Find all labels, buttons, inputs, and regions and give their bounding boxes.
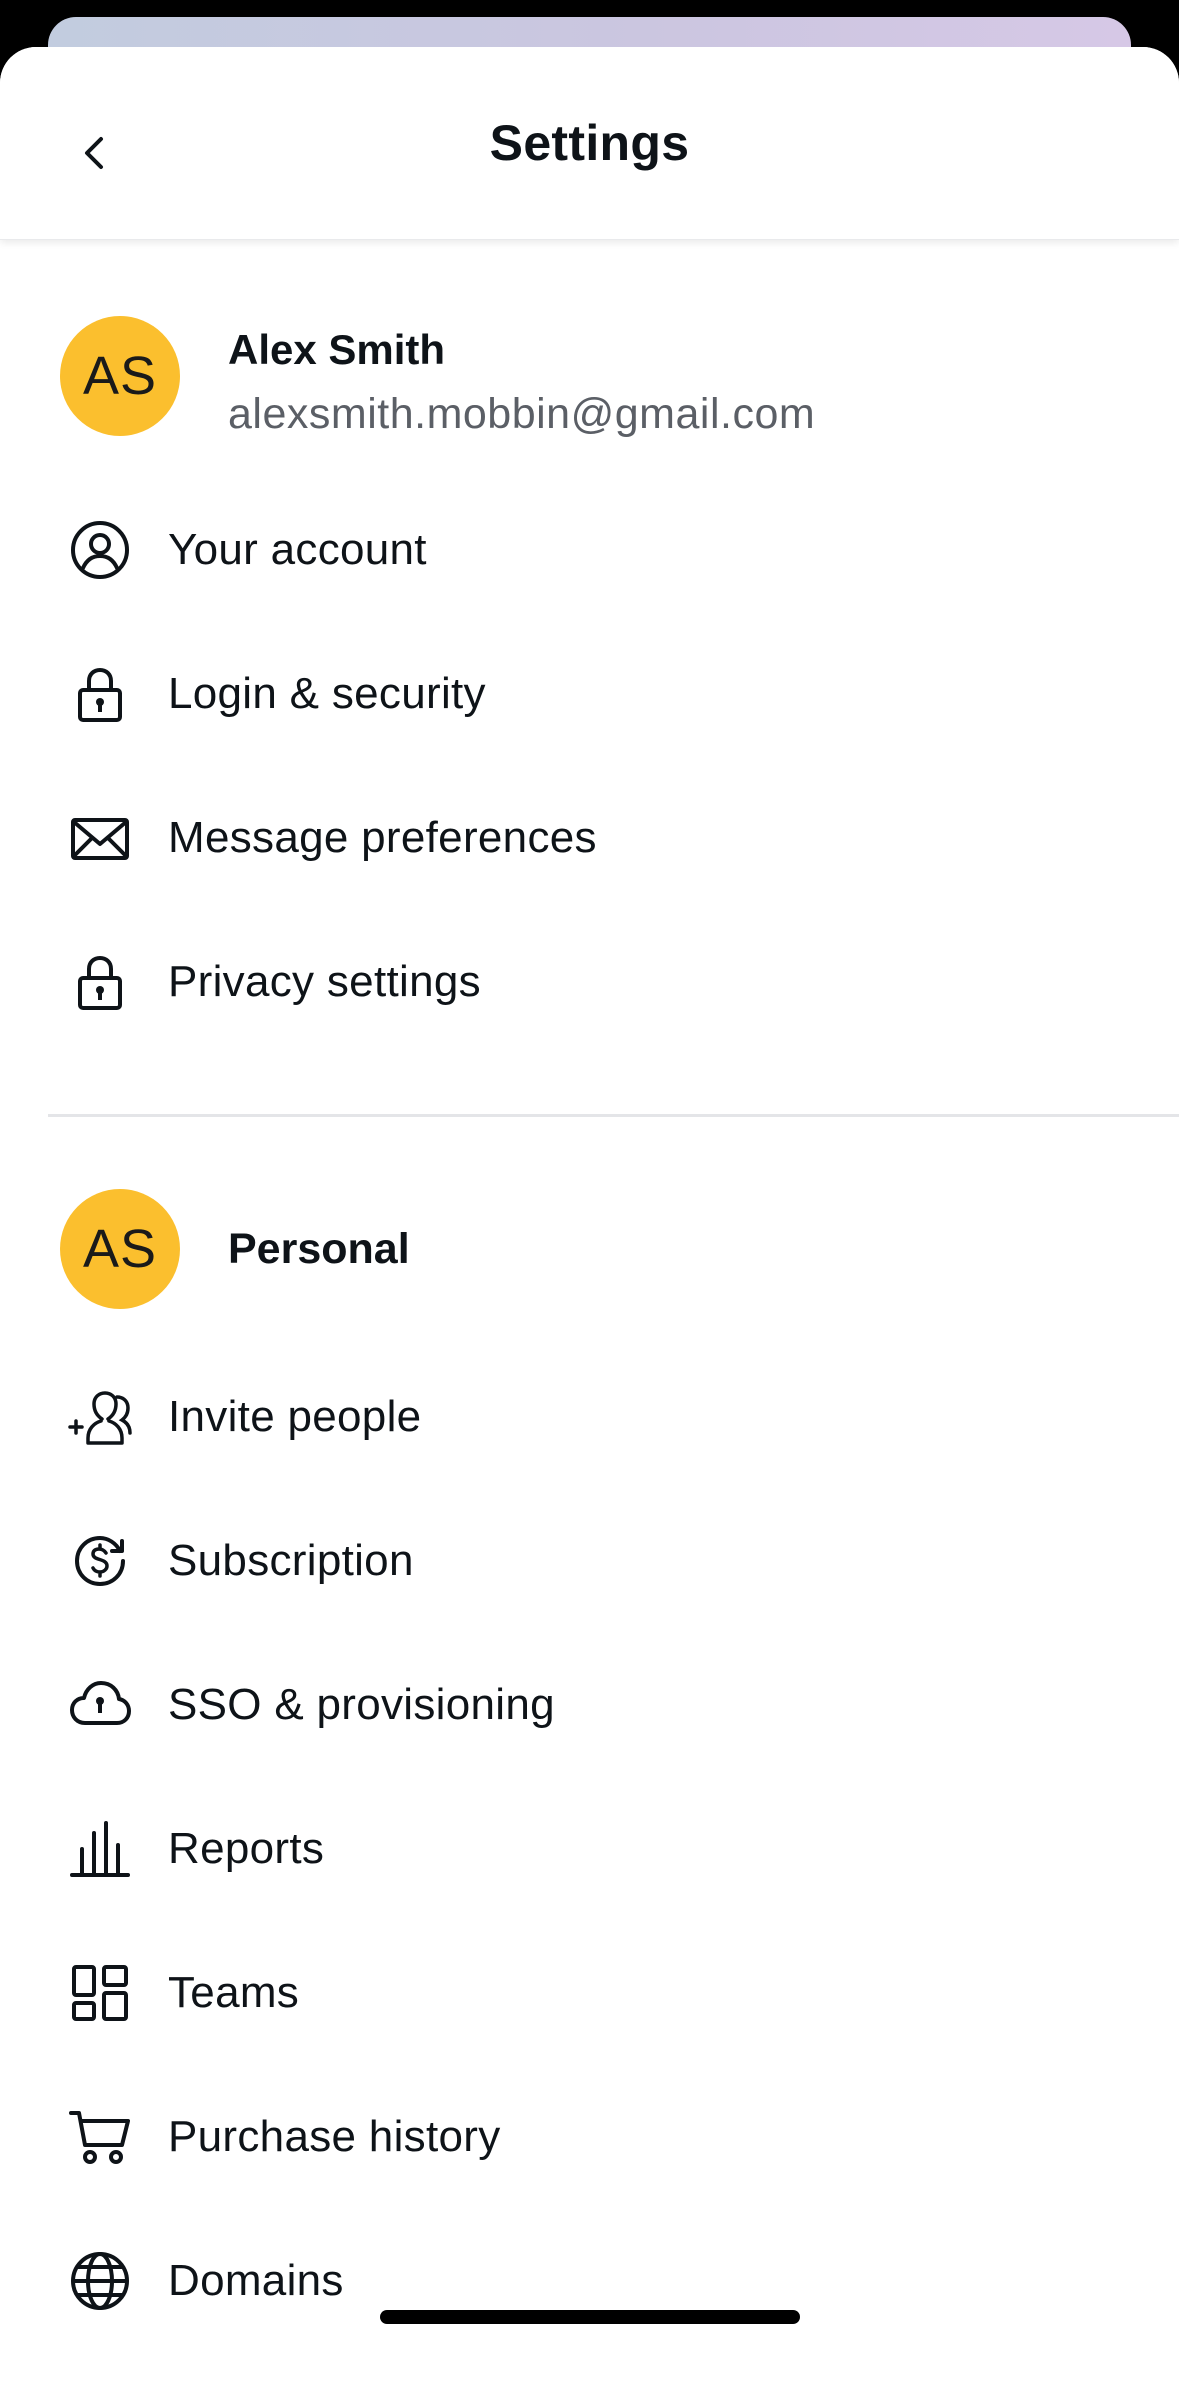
workspace-name: Personal [228,1225,410,1273]
user-email: alexsmith.mobbin@gmail.com [228,390,816,438]
menu-item-label: Domains [168,2256,344,2305]
add-people-icon [68,1391,132,1445]
lock-icon [78,667,122,722]
section-divider [48,1114,1179,1117]
menu-item-invite-people[interactable]: Invite people [48,1357,1131,1477]
lock-icon [78,955,122,1010]
menu-item-label: Message preferences [168,813,597,862]
menu-item-label: Invite people [168,1392,422,1441]
subscription-icon [74,1535,125,1587]
menu-item-your-account[interactable]: Your account [48,490,1131,610]
cloud-lock-icon [70,1681,131,1725]
header: Settings [0,47,1179,240]
dashboard-grid-icon [72,1965,128,2021]
menu-item-purchase-history[interactable]: Purchase history [48,2077,1131,2197]
menu-item-label: Login & security [168,669,486,718]
bar-chart-icon [70,1821,130,1877]
menu-item-label: Purchase history [168,2112,501,2161]
menu-item-teams[interactable]: Teams [48,1933,1131,2053]
menu-item-label: Privacy settings [168,957,481,1006]
user-circle-icon [71,521,129,579]
user-name: Alex Smith [228,326,446,373]
envelope-icon [71,818,129,860]
menu-item-login-security[interactable]: Login & security [48,634,1131,754]
page-title: Settings [489,115,690,171]
chevron-left-icon [85,137,103,169]
menu-item-subscription[interactable]: Subscription [48,1501,1131,1621]
globe-icon [71,2252,129,2310]
cart-icon [69,2111,130,2164]
menu-item-label: SSO & provisioning [168,1680,555,1729]
avatar: AS [60,1189,180,1309]
back-button[interactable] [60,117,132,189]
home-indicator [380,2310,800,2324]
workspace-switcher[interactable]: AS Personal [60,1189,1120,1309]
menu-item-message-preferences[interactable]: Message preferences [48,778,1131,898]
menu-item-sso-provisioning[interactable]: SSO & provisioning [48,1645,1131,1765]
menu-item-privacy-settings[interactable]: Privacy settings [48,922,1131,1042]
menu-item-label: Teams [168,1968,300,2017]
avatar: AS [60,316,180,436]
menu-item-label: Reports [168,1824,325,1873]
user-profile[interactable]: AS Alex Smith alexsmith.mobbin@gmail.com [60,316,1120,438]
menu-item-label: Subscription [168,1536,414,1585]
menu-item-reports[interactable]: Reports [48,1789,1131,1909]
menu-item-label: Your account [168,525,427,574]
settings-sheet: Settings AS Alex Smith alexsmith.mobbin@… [0,47,1179,2396]
